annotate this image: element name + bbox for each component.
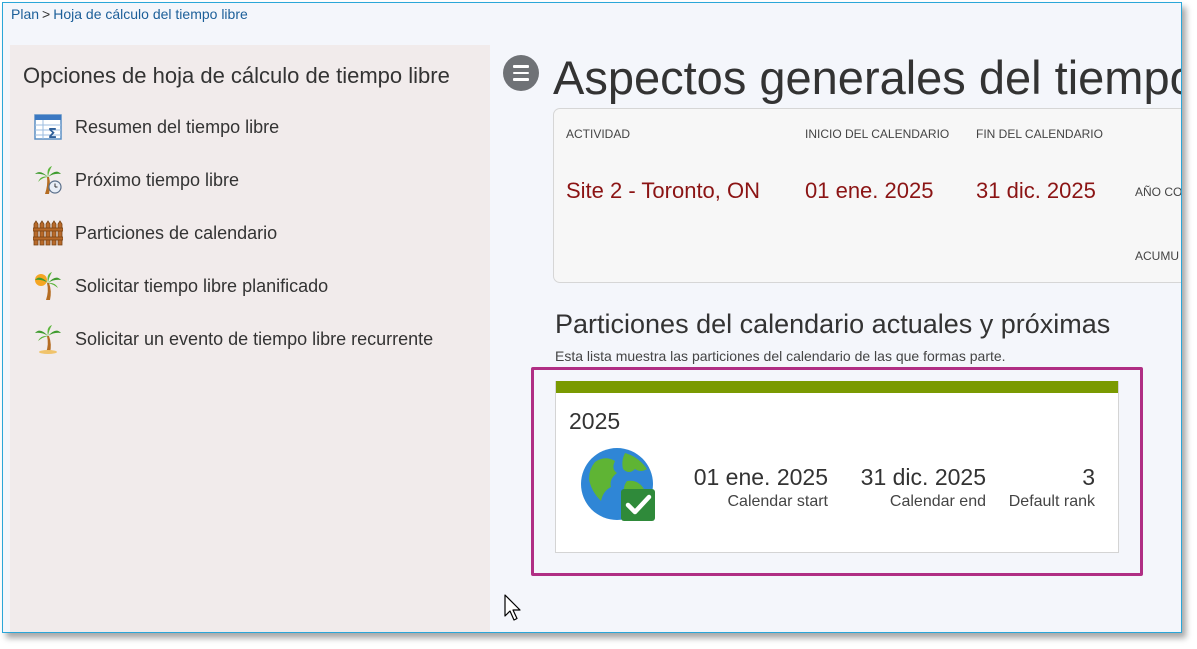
hamburger-line (513, 78, 529, 81)
hamburger-line (513, 71, 529, 75)
sidebar-item-calendar-partitions[interactable]: Particiones de calendario (33, 218, 277, 248)
breadcrumb-root-link[interactable]: Plan (11, 6, 39, 22)
overview-card: ACTIVIDAD INICIO DEL CALENDARIO FIN DEL … (553, 108, 1182, 283)
sidebar-item-time-off-summary[interactable]: Σ Resumen del tiempo libre (33, 112, 279, 142)
sidebar-item-request-planned-time-off[interactable]: Solicitar tiempo libre planificado (33, 271, 328, 301)
partition-card[interactable]: 2025 01 ene. 2025 Calendar start 31 dic.… (555, 381, 1119, 553)
sidebar-item-label: Particiones de calendario (75, 222, 278, 243)
calendar-start-value: 01 ene. 2025 (805, 178, 934, 203)
sidebar-item-upcoming-time-off[interactable]: Próximo tiempo libre (33, 165, 239, 195)
sidebar: Opciones de hoja de cálculo de tiempo li… (10, 45, 490, 632)
breadcrumb: Plan > Hoja de cálculo del tiempo libre (11, 6, 248, 22)
year-label: AÑO CO (1135, 185, 1182, 199)
calendar-end-value: 31 dic. 2025 (976, 178, 1096, 203)
sidebar-item-label: Próximo tiempo libre (75, 169, 240, 190)
menu-toggle-button[interactable] (503, 55, 539, 91)
mouse-cursor-icon (504, 594, 524, 627)
partition-status-bar (556, 381, 1118, 393)
partition-start-value: 01 ene. 2025 (693, 464, 828, 490)
sidebar-item-label: Resumen del tiempo libre (75, 116, 280, 137)
sidebar-item-request-recurring-time-off[interactable]: Solicitar un evento de tiempo libre recu… (33, 324, 433, 354)
partitions-title: Particiones del calendario actuales y pr… (555, 309, 1111, 339)
breadcrumb-current-link[interactable]: Hoja de cálculo del tiempo libre (53, 6, 248, 22)
partition-end-value: 31 dic. 2025 (860, 464, 986, 490)
main-content: Aspectos generales del tiempo libre ACTI… (493, 45, 1181, 632)
palm-tree-icon (33, 324, 63, 354)
activity-header: ACTIVIDAD (566, 127, 631, 141)
partition-end: 31 dic. 2025 Calendar end (861, 464, 986, 511)
palm-tree-clock-icon (33, 165, 63, 195)
partition-start: 01 ene. 2025 Calendar start (694, 464, 828, 511)
breadcrumb-separator: > (42, 6, 51, 22)
page-title: Aspectos generales del tiempo libre (553, 51, 1182, 104)
fence-icon (33, 218, 63, 248)
spreadsheet-sum-icon: Σ (33, 112, 63, 142)
hamburger-line (513, 65, 529, 68)
partition-year: 2025 (569, 408, 621, 434)
calendar-start-header: INICIO DEL CALENDARIO (805, 127, 950, 141)
svg-text:Σ: Σ (48, 127, 57, 140)
sidebar-item-label: Solicitar tiempo libre planificado (75, 275, 329, 296)
partition-start-label: Calendar start (727, 493, 829, 510)
palm-tree-icon (33, 271, 63, 301)
partitions-subtitle: Esta lista muestra las particiones del c… (555, 348, 1006, 364)
sidebar-title: Opciones de hoja de cálculo de tiempo li… (23, 63, 450, 88)
app-window: Plan > Hoja de cálculo del tiempo libre Op… (2, 2, 1182, 633)
partition-rank-value: 3 (1082, 464, 1095, 490)
partition-end-label: Calendar end (889, 493, 986, 510)
calendar-end-header: FIN DEL CALENDARIO (976, 127, 1103, 141)
partition-rank-label: Default rank (1008, 493, 1095, 510)
globe-check-icon (581, 447, 657, 528)
sidebar-item-label: Solicitar un evento de tiempo libre recu… (75, 328, 434, 349)
partition-rank: 3 Default rank (1009, 464, 1095, 511)
activity-value: Site 2 - Toronto, ON (566, 178, 761, 203)
accrued-label: ACUMU (1135, 249, 1179, 263)
